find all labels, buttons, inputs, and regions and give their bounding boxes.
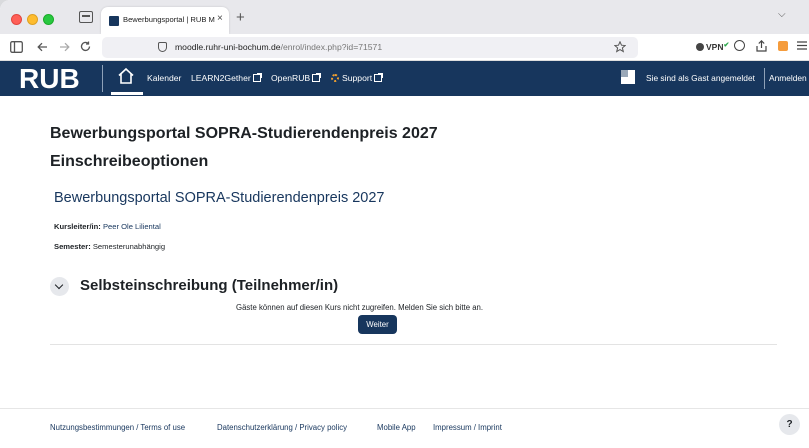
- minimize-window-button[interactable]: [27, 14, 38, 25]
- external-link-icon: [312, 73, 322, 82]
- reload-icon[interactable]: [80, 41, 91, 52]
- footer-imprint-link[interactable]: Impressum / Imprint: [433, 423, 502, 432]
- header-divider: [102, 65, 103, 92]
- close-window-button[interactable]: [11, 14, 22, 25]
- lifebuoy-icon: [331, 74, 339, 82]
- teacher-label: Kursleiter/in:: [54, 222, 101, 231]
- home-icon[interactable]: [117, 67, 135, 85]
- site-header: RUB Kalender LEARN2Gether OpenRUB Suppor…: [0, 61, 809, 96]
- login-link[interactable]: Anmelden: [769, 73, 807, 83]
- semester-info: Semester: Semesterunabhängig: [54, 242, 165, 251]
- url-bar[interactable]: moodle.ruhr-uni-bochum.de/enrol/index.ph…: [102, 37, 638, 58]
- semester-label: Semester:: [54, 242, 91, 251]
- tab-list-chevron-icon[interactable]: ⌵: [778, 9, 786, 20]
- sidebar-icon[interactable]: [10, 41, 23, 53]
- url-text[interactable]: moodle.ruhr-uni-bochum.de/enrol/index.ph…: [175, 42, 382, 52]
- semester-value: Semesterunabhängig: [92, 242, 166, 251]
- new-tab-button[interactable]: +: [236, 9, 245, 26]
- menu-learn2gether[interactable]: LEARN2Gether: [191, 73, 262, 83]
- tab-overview-icon[interactable]: [79, 11, 93, 23]
- page-title: Bewerbungsportal SOPRA-Studierendenpreis…: [50, 125, 438, 142]
- maximize-window-button[interactable]: [43, 14, 54, 25]
- footer-terms-link[interactable]: Nutzungsbestimmungen / Terms of use: [50, 423, 185, 432]
- shield-icon[interactable]: [158, 42, 167, 52]
- menu-icon[interactable]: [797, 41, 807, 50]
- menu-openrub[interactable]: OpenRUB: [271, 73, 322, 83]
- forward-icon[interactable]: [59, 42, 70, 52]
- course-name-link[interactable]: Bewerbungsportal SOPRA-Studierendenpreis…: [54, 190, 384, 206]
- menu-support[interactable]: Support: [331, 73, 384, 83]
- teacher-info: Kursleiter/in: Peer Ole Liliental: [54, 222, 161, 231]
- page-subtitle: Einschreibeoptionen: [50, 153, 209, 170]
- teacher-name-link[interactable]: Peer Ole Liliental: [103, 222, 161, 231]
- footer-mobile-app-link[interactable]: Mobile App: [377, 423, 416, 432]
- tab-strip: Bewerbungsportal | RUB Moodle × + ⌵: [0, 0, 809, 34]
- favicon-icon: [109, 16, 119, 26]
- home-active-indicator: [111, 92, 143, 95]
- external-link-icon: [252, 73, 262, 82]
- continue-button[interactable]: Weiter: [358, 315, 397, 334]
- grid-icon[interactable]: [621, 70, 635, 84]
- extension-icon[interactable]: [778, 41, 788, 51]
- vpn-extension[interactable]: VPN✔: [696, 41, 729, 52]
- footer-privacy-link[interactable]: Datenschutzerklärung / Privacy policy: [217, 423, 347, 432]
- collapse-section-chevron-icon[interactable]: [50, 277, 69, 296]
- back-icon[interactable]: [37, 42, 48, 52]
- external-link-icon: [374, 73, 384, 82]
- tab-close-icon[interactable]: ×: [217, 13, 223, 24]
- guest-message: Gäste können auf diesen Kurs nicht zugre…: [236, 303, 484, 312]
- share-icon[interactable]: [756, 40, 767, 52]
- section-divider: [50, 344, 777, 345]
- account-icon[interactable]: [734, 40, 745, 51]
- help-button[interactable]: ?: [779, 414, 800, 435]
- footer: Nutzungsbestimmungen / Terms of use Date…: [0, 408, 809, 448]
- navigation-bar: moodle.ruhr-uni-bochum.de/enrol/index.ph…: [0, 34, 809, 61]
- guest-status-text: Sie sind als Gast angemeldet: [646, 73, 755, 83]
- section-title: Selbsteinschreibung (Teilnehmer/in): [80, 277, 339, 294]
- vpn-icon: [696, 43, 704, 51]
- browser-window: Bewerbungsportal | RUB Moodle × + ⌵ mood…: [0, 0, 809, 448]
- active-tab[interactable]: Bewerbungsportal | RUB Moodle ×: [101, 7, 229, 34]
- star-icon[interactable]: [614, 41, 626, 53]
- tab-title: Bewerbungsportal | RUB Moodle: [123, 15, 215, 24]
- header-divider: [764, 68, 765, 89]
- menu-kalender[interactable]: Kalender: [147, 73, 181, 83]
- rub-logo[interactable]: RUB: [19, 63, 80, 95]
